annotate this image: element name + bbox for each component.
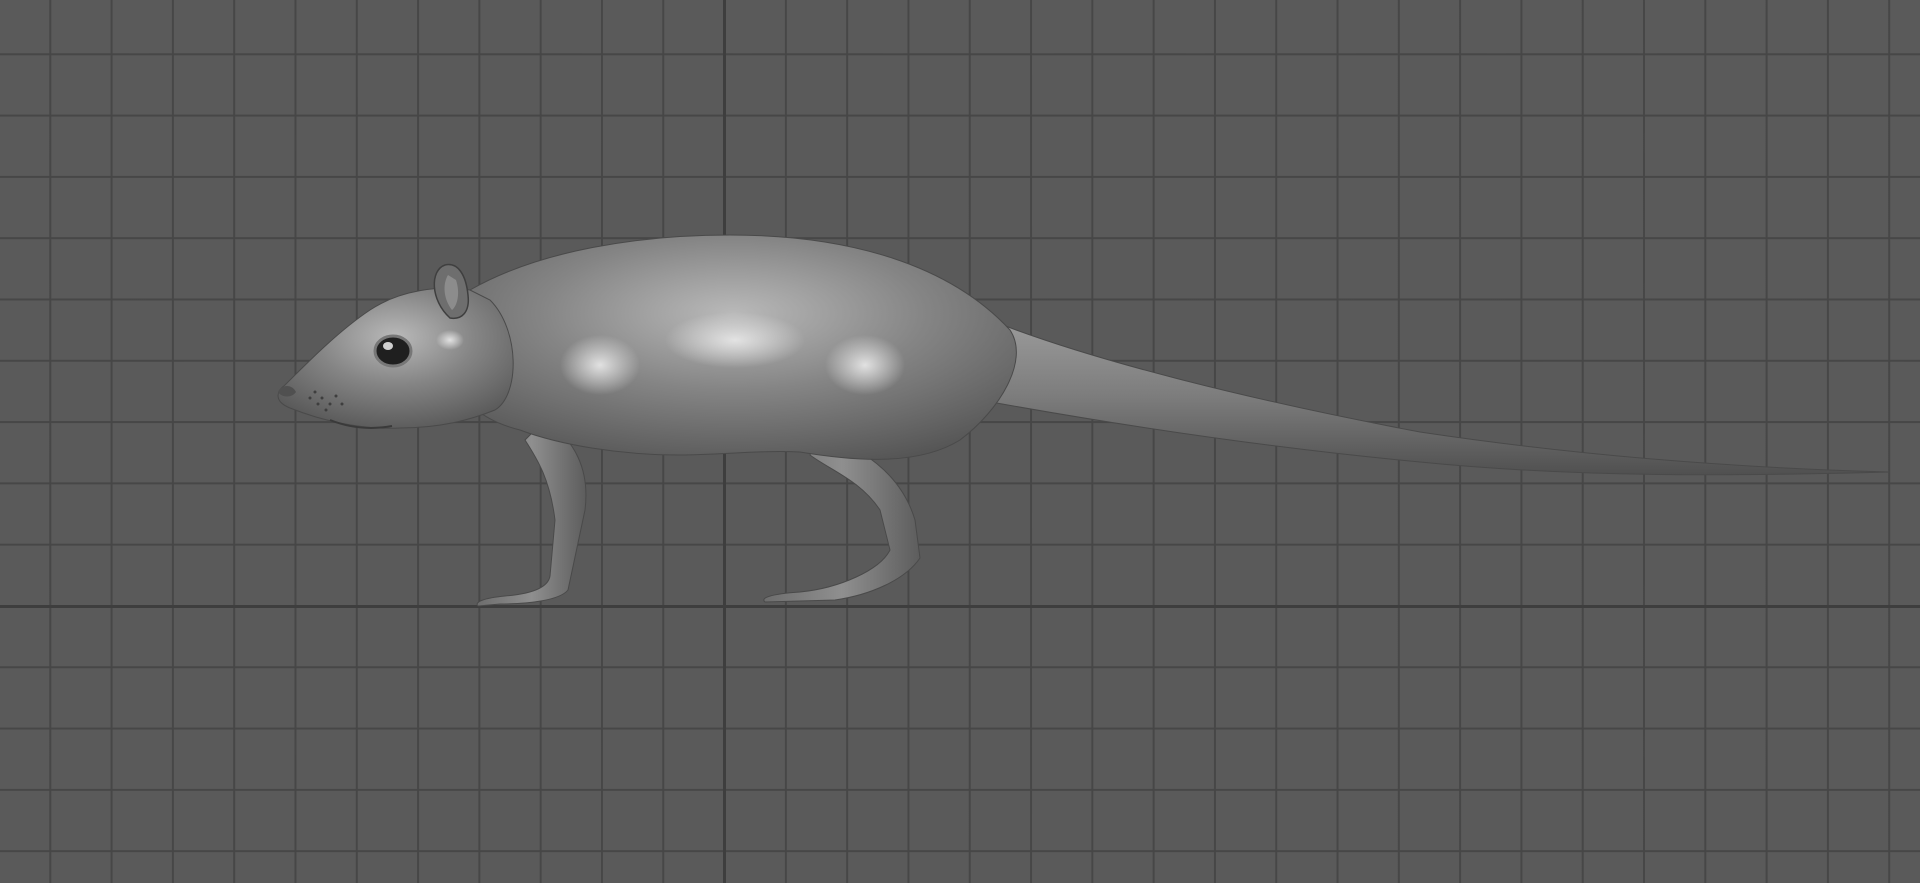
rat-eye: [373, 334, 413, 368]
3d-viewport[interactable]: [0, 0, 1920, 883]
rat-tail: [979, 319, 1891, 476]
rat-model-icon[interactable]: [0, 0, 1920, 883]
rat-front-leg: [476, 419, 587, 607]
